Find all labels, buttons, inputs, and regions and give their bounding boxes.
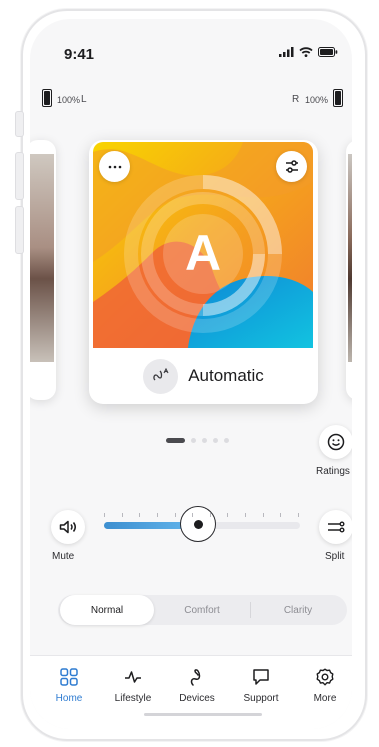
sliders-icon: [285, 160, 298, 173]
wifi-icon: [299, 47, 313, 57]
volume-tick: [104, 513, 105, 517]
pagination-dot[interactable]: [166, 438, 185, 443]
volume-tick: [280, 513, 282, 517]
program-icon: [143, 358, 179, 394]
chat-icon: [253, 669, 269, 685]
mute-button[interactable]: [51, 510, 85, 544]
volume-tick: [121, 513, 123, 517]
volume-thumb[interactable]: [180, 506, 217, 542]
phone-side-button: [15, 152, 24, 200]
sound-mode-selector: Normal Comfort Clarity: [58, 595, 347, 625]
right-side-label: R: [292, 94, 300, 105]
hearing-aid-battery-row: 100% L R 100%: [30, 89, 352, 111]
program-photo: [30, 154, 54, 362]
thumb-center: [193, 519, 203, 529]
right-battery-percent: 100%: [305, 95, 329, 105]
activity-icon: [125, 671, 141, 683]
home-indicator: [144, 713, 262, 716]
program-card[interactable]: A Automatic: [89, 140, 318, 404]
ratings-button[interactable]: [319, 425, 352, 459]
tab-home[interactable]: Home: [39, 668, 99, 704]
program-name: Automatic: [188, 366, 264, 385]
phone-side-button: [15, 206, 24, 254]
volume-tick: [245, 513, 247, 517]
mode-clarity[interactable]: Clarity: [251, 595, 345, 625]
next-program-card[interactable]: [346, 140, 352, 400]
tab-more-label: More: [313, 693, 337, 704]
more-dots-icon: [108, 165, 121, 168]
pagination-dot[interactable]: [191, 438, 196, 443]
volume-tick: [298, 513, 299, 517]
volume-tick: [209, 513, 211, 517]
mode-normal[interactable]: Normal: [60, 595, 154, 625]
status-time: 9:41: [64, 46, 95, 63]
split-label: Split: [325, 551, 345, 562]
app-screen: 9:41 100% L R 100% A Automatic Ratings M…: [30, 19, 352, 729]
left-side-label: L: [81, 94, 87, 105]
status-bar: 9:41: [30, 19, 352, 69]
left-battery-icon: [42, 89, 52, 107]
volume-tick: [139, 513, 141, 517]
program-letter: A: [184, 225, 222, 281]
pagination-dot[interactable]: [202, 438, 207, 443]
pagination-dot[interactable]: [224, 438, 229, 443]
pagination-dot[interactable]: [213, 438, 218, 443]
volume-tick: [174, 513, 176, 517]
tab-devices[interactable]: Devices: [167, 668, 227, 704]
adjust-program-button[interactable]: [276, 151, 307, 182]
hearing-aid-icon: [190, 669, 201, 686]
tab-devices-label: Devices: [179, 693, 215, 704]
bottom-tab-bar: Home Lifestyle Devices Support More: [30, 655, 352, 729]
left-battery-percent: 100%: [57, 95, 81, 105]
gear-icon: [316, 668, 334, 686]
volume-tick: [227, 513, 229, 517]
tab-lifestyle[interactable]: Lifestyle: [103, 668, 163, 704]
tab-more[interactable]: More: [295, 668, 352, 704]
signal-icon: [279, 47, 294, 57]
mute-label: Mute: [52, 551, 75, 562]
tab-support[interactable]: Support: [231, 668, 291, 704]
program-footer: Automatic: [89, 348, 318, 404]
smiley-icon: [327, 433, 345, 451]
mode-comfort[interactable]: Comfort: [154, 595, 250, 625]
status-icons: [279, 47, 338, 57]
volume-tick: [192, 513, 194, 517]
previous-program-card[interactable]: [30, 140, 56, 400]
volume-tick: [156, 513, 158, 517]
volume-slider[interactable]: [104, 506, 300, 542]
volume-tick: [262, 513, 264, 517]
program-pagination: [166, 438, 229, 443]
program-photo: [348, 154, 352, 362]
ratings-label: Ratings: [316, 466, 350, 477]
more-options-button[interactable]: [99, 151, 130, 182]
tab-lifestyle-label: Lifestyle: [114, 693, 152, 704]
battery-icon: [318, 47, 338, 57]
phone-side-button: [15, 111, 24, 137]
right-battery-icon: [333, 89, 343, 107]
split-icon: [328, 521, 345, 533]
speaker-icon: [59, 520, 76, 534]
tab-home-label: Home: [55, 693, 83, 704]
grid-icon: [60, 668, 78, 686]
split-button[interactable]: [319, 510, 352, 544]
tab-support-label: Support: [243, 693, 279, 704]
hearing-aid-icon: [152, 368, 169, 381]
